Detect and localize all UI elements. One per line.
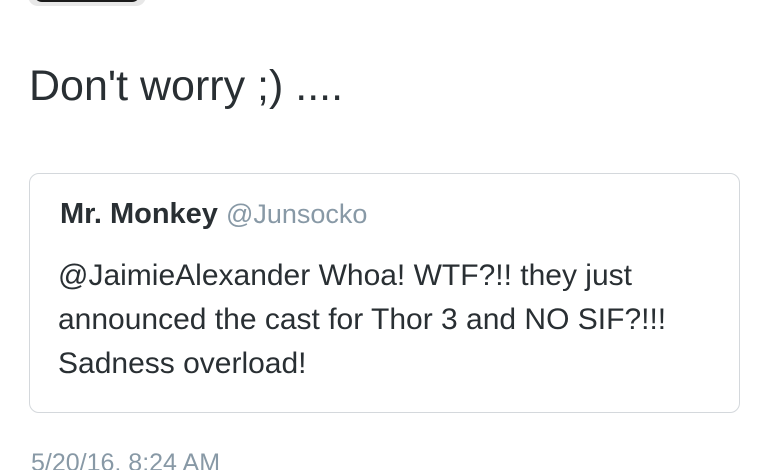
avatar[interactable] [28, 0, 146, 6]
avatar-image [34, 0, 140, 2]
tweet-text: Don't worry ;) .... [29, 62, 344, 110]
quoted-tweet-card[interactable]: Mr. Monkey @Junsocko @JaimieAlexander Who… [29, 173, 740, 413]
quoted-tweet-header: Mr. Monkey @Junsocko [60, 198, 367, 231]
quoted-tweet-author-name: Mr. Monkey [60, 198, 218, 230]
tweet-detail-view: Don't worry ;) .... Mr. Monkey @Junsocko … [0, 0, 770, 470]
tweet-timestamp: 5/20/16, 8:24 AM [31, 449, 221, 470]
quoted-tweet-text: @JaimieAlexander Whoa! WTF?!! they just … [58, 259, 667, 380]
quoted-tweet-author-handle: @Junsocko [225, 199, 368, 229]
